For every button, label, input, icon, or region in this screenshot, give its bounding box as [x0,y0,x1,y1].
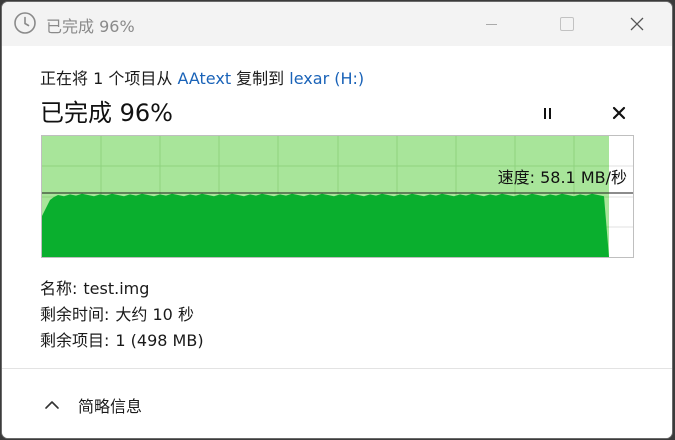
cancel-button[interactable] [606,100,632,126]
file-name-value: test.img [83,279,150,298]
progress-status: 已完成 96% [40,99,173,127]
dialog-content: 正在将 1 个项目从 AAtext 复制到 lexar (H:) 已完成 96%… [2,46,672,368]
dialog-footer: 简略信息 [2,369,672,438]
window-title: 已完成 96% [46,17,135,36]
pause-button[interactable] [534,100,560,126]
close-icon [630,17,644,31]
time-remaining-row: 剩余时间: 大约 10 秒 [40,301,194,325]
fewer-details-toggle[interactable]: 简略信息 [42,393,142,417]
close-window-button[interactable] [614,2,660,46]
destination-drive-link[interactable]: lexar (H:) [289,69,364,88]
operation-middle: 复制到 [231,69,290,88]
time-remaining-key: 剩余时间: [40,305,110,324]
chevron-up-icon [45,401,59,409]
file-name-row: 名称: test.img [40,275,149,299]
maximize-icon [560,17,574,31]
speed-readout: 速度: 58.1 MB/秒 [497,168,627,187]
source-folder-link[interactable]: AAtext [177,69,231,88]
file-name-key: 名称: [40,279,78,298]
items-remaining-value: 1 (498 MB) [115,331,204,350]
items-remaining-key: 剩余项目: [40,331,110,350]
pause-icon [543,107,546,119]
minimize-button[interactable] [468,2,514,46]
items-remaining-row: 剩余项目: 1 (498 MB) [40,327,204,351]
close-icon [612,106,626,120]
operation-description: 正在将 1 个项目从 AAtext 复制到 lexar (H:) [40,65,364,89]
time-remaining-value: 大约 10 秒 [115,305,194,324]
speed-area [42,193,609,257]
speed-graph-canvas [42,136,633,257]
title-bar[interactable]: 已完成 96% [2,2,672,46]
copy-progress-dialog: 已完成 96% 正在将 1 个项目从 AAtext 复制到 lexar (H:)… [2,2,672,438]
operation-prefix: 正在将 1 个项目从 [40,69,178,88]
transfer-speed-graph: 速度: 58.1 MB/秒 [41,135,634,258]
maximize-button[interactable] [544,2,590,46]
clock-icon [14,12,36,34]
minimize-icon [485,23,497,25]
fewer-details-label: 简略信息 [78,397,143,416]
